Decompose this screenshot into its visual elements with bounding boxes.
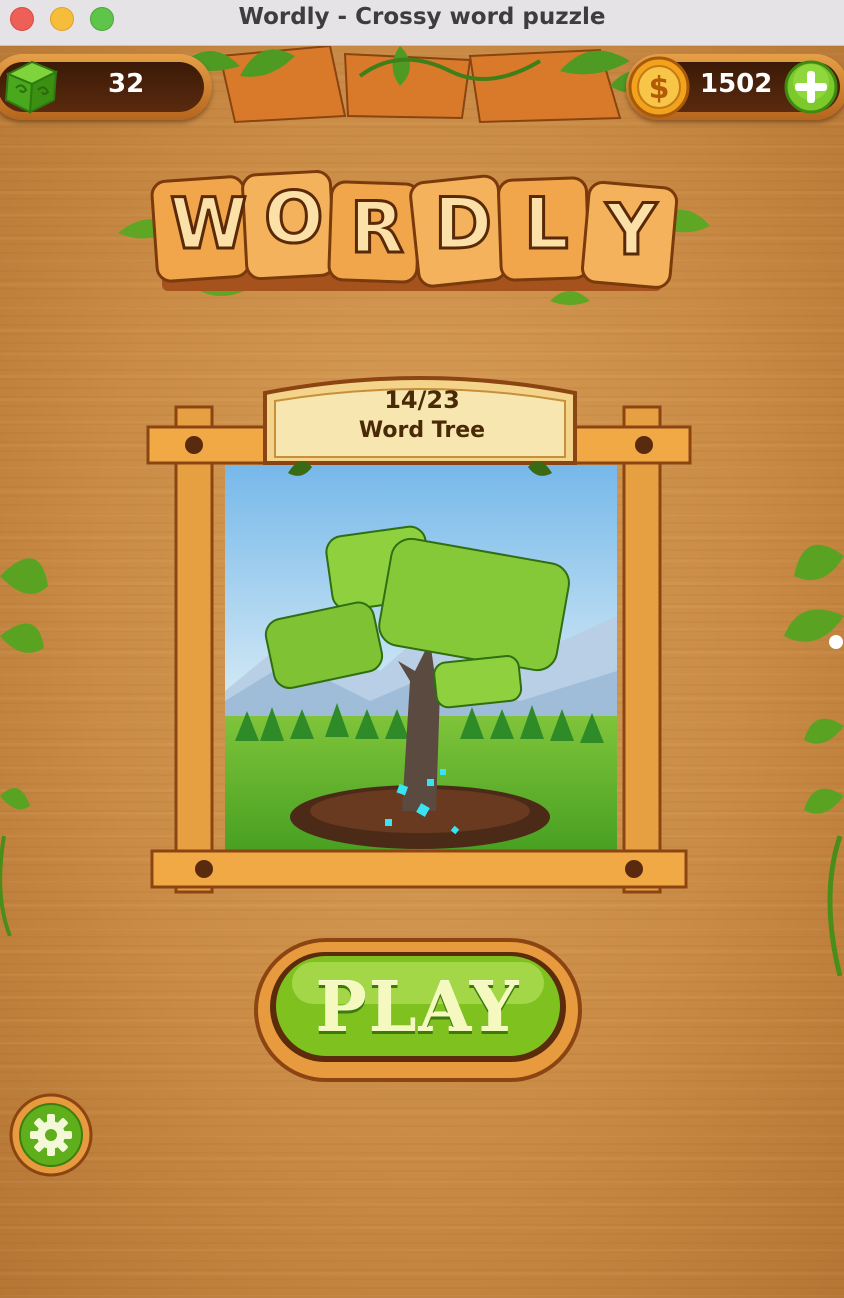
dollar-coin-icon: $ [628,56,690,118]
top-wood-board [180,46,660,124]
settings-button[interactable] [8,1092,94,1178]
level-name-text: Word Tree [358,418,486,443]
svg-text:$: $ [649,71,670,106]
green-cube-icon [4,60,59,114]
logo-letter-w: W [168,182,248,267]
logo-letters: W O R D L Y [110,176,710,301]
level-progress-text: 14/23 [384,386,460,414]
logo-letter-y: Y [605,188,659,273]
game-screen: 32 1502 $ W O R D L Y 14/23 Word Tree PL… [0,46,844,1298]
right-leaves [784,544,844,976]
cubes-count: 32 [108,69,145,99]
add-coins-button[interactable] [784,60,838,114]
left-leaves [0,558,48,936]
window-titlebar: Wordly - Crossy word puzzle [0,0,844,46]
play-button-label: PLAY [315,968,521,1048]
logo-letter-l: L [523,182,571,267]
logo-letter-d: D [432,182,493,267]
window-title: Wordly - Crossy word puzzle [238,4,606,30]
play-button[interactable]: PLAY [252,934,584,1086]
logo-letter-r: R [349,186,406,271]
logo-letter-o: O [263,176,325,261]
level-picture-frame [146,376,692,894]
coins-count: 1502 [700,69,773,99]
level-picture [225,465,617,873]
